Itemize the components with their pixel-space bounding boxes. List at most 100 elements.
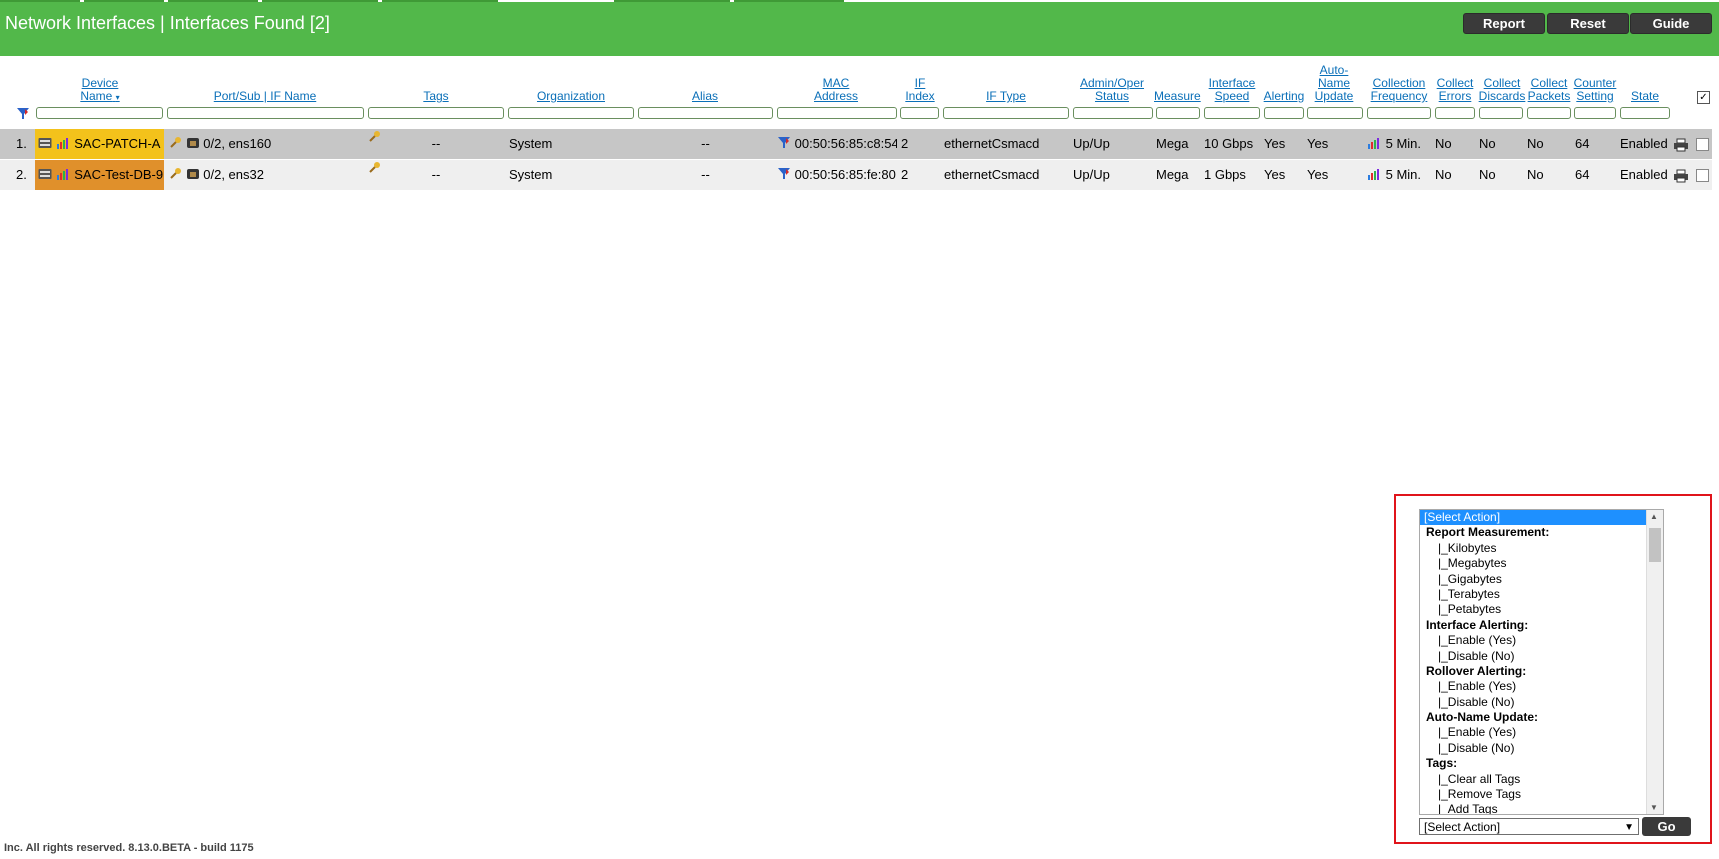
row-checkbox[interactable]: [1696, 129, 1712, 159]
filter-speed[interactable]: [1204, 107, 1260, 119]
scroll-down-icon[interactable]: ▼: [1650, 803, 1658, 812]
filter-measure[interactable]: [1156, 107, 1200, 119]
filter-device-name[interactable]: [36, 107, 163, 119]
port-name[interactable]: 0/2, ens32: [203, 167, 264, 182]
action-option[interactable]: Report Measurement:: [1420, 525, 1663, 540]
filter-alias[interactable]: [638, 107, 773, 119]
action-select[interactable]: [Select Action] ▼: [1419, 818, 1639, 835]
action-option[interactable]: |_Gigabytes: [1420, 572, 1663, 587]
organization-cell[interactable]: System: [509, 129, 635, 159]
col-admin-oper[interactable]: Admin/Oper Status: [1072, 77, 1152, 103]
scroll-up-icon[interactable]: ▲: [1650, 512, 1658, 521]
col-discards[interactable]: Collect Discards: [1478, 77, 1526, 103]
filter-if-index[interactable]: [900, 107, 939, 119]
device-name-cell[interactable]: SAC-Test-DB-9: [35, 160, 164, 190]
filter-if-type[interactable]: [943, 107, 1069, 119]
col-errors[interactable]: Collect Errors: [1434, 77, 1476, 103]
device-name-link[interactable]: SAC-PATCH-A: [74, 136, 160, 151]
filter-discards[interactable]: [1479, 107, 1523, 119]
filter-auto-name[interactable]: [1307, 107, 1363, 119]
network-port-icon[interactable]: [186, 130, 200, 159]
col-state[interactable]: State: [1618, 90, 1672, 103]
action-option[interactable]: |_Enable (Yes): [1420, 679, 1663, 694]
col-speed[interactable]: Interface Speed: [1202, 77, 1262, 103]
action-option[interactable]: Rollover Alerting:: [1420, 664, 1663, 679]
action-option[interactable]: |_Remove Tags: [1420, 787, 1663, 802]
filter-organization[interactable]: [508, 107, 634, 119]
collection-chart-icon[interactable]: [1367, 161, 1382, 190]
performance-chart-icon[interactable]: [56, 161, 71, 190]
action-option[interactable]: Tags:: [1420, 756, 1663, 771]
filter-mac[interactable]: [777, 107, 897, 119]
action-option[interactable]: |_Add Tags: [1420, 802, 1663, 814]
action-option[interactable]: |_Disable (No): [1420, 695, 1663, 710]
filter-port[interactable]: [167, 107, 364, 119]
col-mac[interactable]: MAC Address: [776, 77, 896, 103]
wrench-icon[interactable]: [169, 161, 182, 190]
action-option[interactable]: |_Terabytes: [1420, 587, 1663, 602]
device-server-icon[interactable]: [38, 161, 52, 190]
tag-wrench-icon[interactable]: [368, 129, 382, 146]
collect-packets-cell: No: [1527, 167, 1544, 182]
col-auto-name[interactable]: Auto- Name Update: [1306, 64, 1362, 103]
action-listbox[interactable]: [Select Action] Report Measurement: |_Kilo…: [1419, 509, 1664, 815]
device-name-link[interactable]: SAC-Test-DB-9: [74, 167, 163, 182]
action-option[interactable]: Interface Alerting:: [1420, 618, 1663, 633]
printer-icon[interactable]: [1673, 129, 1693, 159]
scroll-thumb[interactable]: [1649, 528, 1661, 562]
filter-collection[interactable]: [1367, 107, 1431, 119]
port-name[interactable]: 0/2, ens160: [203, 136, 271, 151]
col-device-name[interactable]: Device Name ▾: [70, 77, 130, 104]
col-tags[interactable]: Tags: [368, 90, 504, 103]
action-option[interactable]: |_Petabytes: [1420, 602, 1663, 617]
select-all-checkbox[interactable]: ✓: [1697, 91, 1710, 104]
filter-funnel-icon[interactable]: [16, 107, 30, 123]
report-button[interactable]: Report: [1463, 13, 1545, 34]
action-option[interactable]: Auto-Name Update:: [1420, 710, 1663, 725]
action-option[interactable]: |_Disable (No): [1420, 741, 1663, 756]
filter-packets[interactable]: [1527, 107, 1571, 119]
device-name-cell[interactable]: SAC-PATCH-A: [35, 129, 164, 159]
col-organization[interactable]: Organization: [508, 90, 634, 103]
action-option[interactable]: |_Megabytes: [1420, 556, 1663, 571]
wrench-icon[interactable]: [169, 130, 182, 159]
performance-chart-icon[interactable]: [56, 130, 71, 159]
col-counter[interactable]: Counter Setting: [1572, 77, 1618, 103]
action-option[interactable]: |_Enable (Yes): [1420, 725, 1663, 740]
action-option[interactable]: [Select Action]: [1420, 510, 1647, 526]
action-option[interactable]: |_Kilobytes: [1420, 541, 1663, 556]
if-index-cell: 2: [901, 136, 909, 151]
filter-alerting[interactable]: [1264, 107, 1304, 119]
col-packets[interactable]: Collect Packets: [1526, 77, 1572, 103]
action-option[interactable]: |_Clear all Tags: [1420, 772, 1663, 787]
filter-errors[interactable]: [1435, 107, 1475, 119]
filter-counter[interactable]: [1574, 107, 1616, 119]
printer-icon[interactable]: [1673, 160, 1693, 190]
col-alias[interactable]: Alias: [638, 90, 772, 103]
col-collection[interactable]: Collection Frequency: [1366, 77, 1432, 103]
col-if-type[interactable]: IF Type: [944, 90, 1068, 103]
action-option[interactable]: |_Enable (Yes): [1420, 633, 1663, 648]
collect-errors-cell: No: [1435, 136, 1452, 151]
col-alerting[interactable]: Alerting: [1262, 90, 1306, 103]
col-measure[interactable]: Measure: [1154, 90, 1201, 103]
mac-filter-icon[interactable]: [777, 161, 791, 190]
organization-cell[interactable]: System: [509, 160, 635, 190]
action-option[interactable]: |_Disable (No): [1420, 649, 1663, 664]
tag-wrench-icon[interactable]: [368, 160, 382, 177]
reset-button[interactable]: Reset: [1547, 13, 1629, 34]
filter-state[interactable]: [1620, 107, 1670, 119]
col-if-index[interactable]: IF Index: [900, 77, 940, 103]
network-port-icon[interactable]: [186, 161, 200, 190]
listbox-scrollbar[interactable]: ▲ ▼: [1646, 510, 1663, 814]
guide-button[interactable]: Guide: [1630, 13, 1712, 34]
filter-tags[interactable]: [368, 107, 504, 119]
collection-chart-icon[interactable]: [1367, 130, 1382, 159]
filter-admin-oper[interactable]: [1073, 107, 1153, 119]
device-server-icon[interactable]: [38, 130, 52, 159]
chevron-down-icon[interactable]: ▼: [1624, 819, 1634, 836]
row-checkbox[interactable]: [1696, 160, 1712, 190]
mac-filter-icon[interactable]: [777, 130, 791, 159]
col-port[interactable]: Port/Sub | IF Name: [166, 90, 364, 103]
go-button[interactable]: Go: [1642, 817, 1691, 836]
